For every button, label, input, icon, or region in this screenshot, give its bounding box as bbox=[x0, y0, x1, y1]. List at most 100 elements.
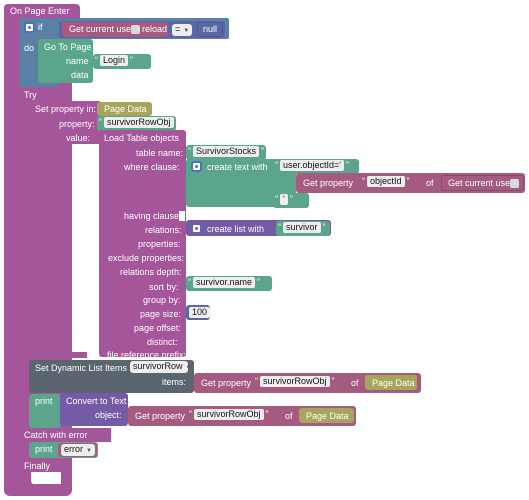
gear-icon[interactable] bbox=[24, 22, 35, 33]
property-label: property: bbox=[59, 119, 95, 129]
quote-open-icon: “ bbox=[99, 117, 102, 127]
data-socket[interactable] bbox=[93, 70, 99, 80]
table-name-text-block[interactable]: “SurvivorStocks” bbox=[186, 145, 266, 160]
objectid-value[interactable]: objectId bbox=[367, 176, 405, 187]
group-by-label: group by: bbox=[143, 295, 181, 305]
items-prop-text-block[interactable]: “survivorRowObj” bbox=[253, 375, 342, 390]
try-footer bbox=[19, 484, 61, 489]
objectid-text-block[interactable]: “objectId” bbox=[360, 175, 418, 190]
dynamic-list-title: Set Dynamic List Items to bbox=[35, 363, 138, 373]
login-value[interactable]: Login bbox=[100, 55, 129, 66]
login-text-block[interactable]: “Login” bbox=[93, 54, 151, 69]
where-text1-value[interactable]: user.objectId=' bbox=[280, 160, 345, 171]
get-property-label: Get property bbox=[303, 178, 354, 188]
print-of-label: of bbox=[285, 411, 293, 421]
quote-close-icon: ” bbox=[175, 117, 179, 127]
get-current-user-label: Get current user bbox=[69, 24, 135, 34]
chevron-down-icon: ▼ bbox=[86, 448, 92, 454]
sort-by-value[interactable]: survivor.name bbox=[193, 277, 256, 288]
items-of-label: of bbox=[351, 378, 359, 388]
reload-label: reload bbox=[142, 24, 168, 34]
on-page-enter-title: On Page Enter bbox=[10, 6, 70, 16]
object-label: object: bbox=[95, 410, 122, 420]
exclude-properties-label: exclude properties: bbox=[108, 253, 185, 263]
quote-close-icon: ” bbox=[261, 146, 265, 156]
catch-title: Catch with error bbox=[24, 430, 88, 440]
reload-checkbox[interactable] bbox=[510, 179, 519, 188]
error-value: error bbox=[64, 444, 84, 454]
finally-title: Finally bbox=[24, 461, 51, 471]
property-text-block[interactable]: “survivorRowObj” bbox=[97, 116, 179, 131]
quote-close-icon: ” bbox=[331, 376, 335, 386]
page-size-value[interactable]: 100 bbox=[189, 307, 211, 318]
chevron-down-icon: ▼ bbox=[185, 365, 192, 371]
null-value: null bbox=[203, 24, 218, 34]
table-name-label: table name: bbox=[136, 148, 184, 158]
gear-icon[interactable] bbox=[191, 223, 202, 234]
items-page-data: Page Data bbox=[372, 378, 415, 388]
name-label: name bbox=[66, 56, 89, 66]
relations-depth-label: relations depth: bbox=[120, 267, 182, 277]
set-property-footer bbox=[29, 352, 87, 358]
property-value[interactable]: survivorRowObj bbox=[104, 117, 174, 128]
relations-value[interactable]: survivor bbox=[283, 222, 321, 233]
quote-open-icon: “ bbox=[189, 409, 192, 419]
quote-open-icon: “ bbox=[188, 146, 191, 156]
quote-close-icon: ” bbox=[322, 222, 326, 232]
where-text1-block[interactable]: “user.objectId='” bbox=[273, 159, 359, 174]
create-text-label: create text with bbox=[207, 162, 268, 172]
try-title: Try bbox=[24, 90, 37, 100]
quote-open-icon: “ bbox=[188, 277, 191, 287]
having-socket[interactable] bbox=[179, 211, 185, 221]
create-list-label: create list with bbox=[207, 224, 265, 234]
gear-icon[interactable] bbox=[191, 161, 202, 172]
page-data-target: Page Data bbox=[104, 104, 147, 114]
print-prop-value[interactable]: survivorRowObj bbox=[194, 409, 264, 420]
finally-slot[interactable] bbox=[31, 472, 61, 484]
sort-by-label: sort by: bbox=[149, 282, 179, 292]
operator-dropdown[interactable]: = ▼ bbox=[172, 24, 192, 36]
print-prop-text-block[interactable]: “survivorRowObj” bbox=[187, 408, 276, 423]
having-clause-label: having clause: bbox=[124, 211, 182, 221]
quote-close-icon: ” bbox=[265, 409, 269, 419]
quote-open-icon: “ bbox=[255, 376, 258, 386]
create-text-row2 bbox=[186, 173, 296, 193]
print-page-data: Page Data bbox=[306, 411, 349, 421]
sort-by-text-block[interactable]: “survivor.name” bbox=[186, 276, 272, 291]
quote-close-icon: ” bbox=[346, 160, 350, 170]
get-property-items-label: Get property bbox=[201, 378, 252, 388]
where-clause-label: where clause: bbox=[124, 162, 180, 172]
quote-open-icon: “ bbox=[275, 160, 278, 170]
convert-text-title: Convert to Text bbox=[66, 396, 127, 406]
value-label: value: bbox=[66, 133, 91, 143]
set-property-title: Set property in: bbox=[35, 104, 97, 114]
quote-close-icon: ” bbox=[406, 176, 410, 186]
get-property-print-label: Get property bbox=[135, 411, 186, 421]
table-name-value[interactable]: SurvivorStocks bbox=[193, 146, 260, 157]
page-offset-label: page offset: bbox=[134, 323, 181, 333]
error-dropdown[interactable]: error ▼ bbox=[61, 444, 95, 456]
relations-text-block[interactable]: “survivor” bbox=[276, 221, 330, 236]
where-text2-value[interactable]: ' bbox=[280, 194, 288, 205]
items-prop-value[interactable]: survivorRowObj bbox=[260, 376, 330, 387]
do-label: do bbox=[24, 43, 35, 53]
where-text2-block[interactable]: “'” bbox=[273, 193, 309, 208]
dynamic-list-target: survivorRow bbox=[133, 361, 183, 371]
quote-open-icon: “ bbox=[95, 55, 98, 65]
quote-close-icon: ” bbox=[257, 277, 261, 287]
distinct-label: distinct: bbox=[147, 337, 178, 347]
items-label: items: bbox=[162, 377, 187, 387]
load-table-title: Load Table objects bbox=[104, 133, 179, 143]
quote-close-icon: ” bbox=[130, 55, 134, 65]
reload-checkbox[interactable] bbox=[131, 25, 140, 34]
quote-close-icon: ” bbox=[289, 194, 293, 204]
if-label: if bbox=[38, 22, 43, 32]
get-current-user-label-2: Get current user bbox=[448, 178, 514, 188]
quote-open-icon: “ bbox=[275, 194, 278, 204]
quote-open-icon: “ bbox=[362, 176, 365, 186]
chevron-down-icon: ▼ bbox=[183, 28, 190, 34]
dynamic-list-dropdown[interactable]: survivorRow ▼ bbox=[130, 361, 191, 373]
properties-label: properties: bbox=[138, 239, 181, 249]
print-label-2: print bbox=[35, 444, 53, 454]
data-label: data bbox=[71, 70, 89, 80]
